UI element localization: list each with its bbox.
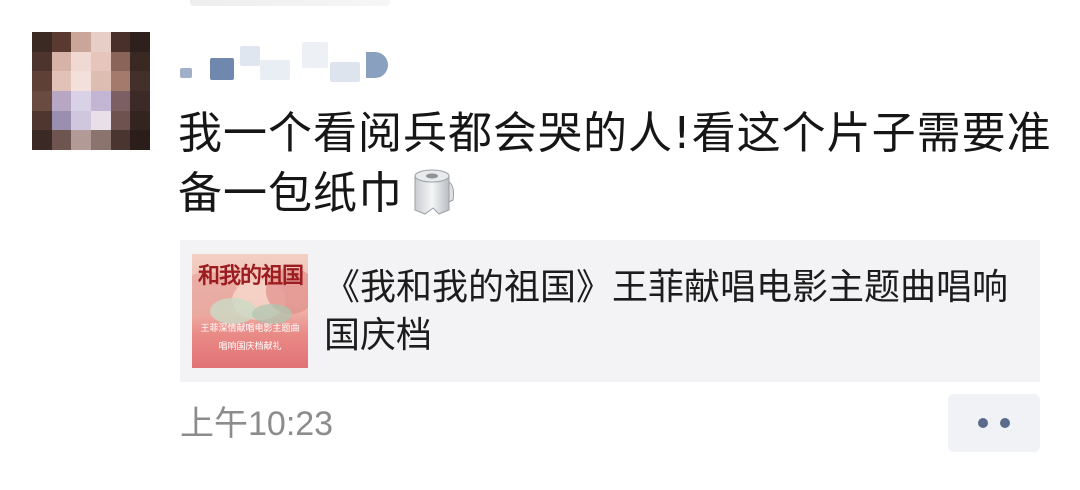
thumbnail-title: 和我的祖国	[198, 263, 304, 289]
avatar[interactable]	[32, 32, 150, 150]
dot-left	[978, 418, 988, 428]
comment-like-button[interactable]	[948, 394, 1040, 452]
thumbnail-subtitle: 王菲深情献唱电影主题曲 唱响国庆档献礼	[194, 320, 306, 356]
thumbnail-subtitle-line2: 唱响国庆档献礼	[218, 342, 282, 352]
shared-link-card[interactable]: 和我的祖国 王菲深情献唱电影主题曲 唱响国庆档献礼 《我和我的祖国》王菲献唱电影…	[180, 240, 1040, 382]
dot-right	[1000, 418, 1010, 428]
previous-post-edge	[190, 0, 390, 6]
link-thumbnail: 和我的祖国 王菲深情献唱电影主题曲 唱响国庆档献礼	[192, 254, 308, 368]
link-title: 《我和我的祖国》王菲献唱电影主题曲唱响国庆档	[324, 267, 1009, 356]
toilet-paper-icon	[409, 166, 459, 218]
nickname-blurred[interactable]	[180, 36, 410, 86]
post-timestamp: 上午10:23	[180, 405, 334, 443]
post-text: 我一个看阅兵都会哭的人!看这个片子需要准备一包纸巾	[178, 104, 1058, 224]
post-text-content: 我一个看阅兵都会哭的人!看这个片子需要准备一包纸巾	[178, 108, 1052, 219]
moment-post: 我一个看阅兵都会哭的人!看这个片子需要准备一包纸巾 和我的祖国 王菲深情献唱电影…	[0, 0, 1080, 490]
thumbnail-subtitle-line1: 王菲深情献唱电影主题曲	[200, 324, 300, 334]
